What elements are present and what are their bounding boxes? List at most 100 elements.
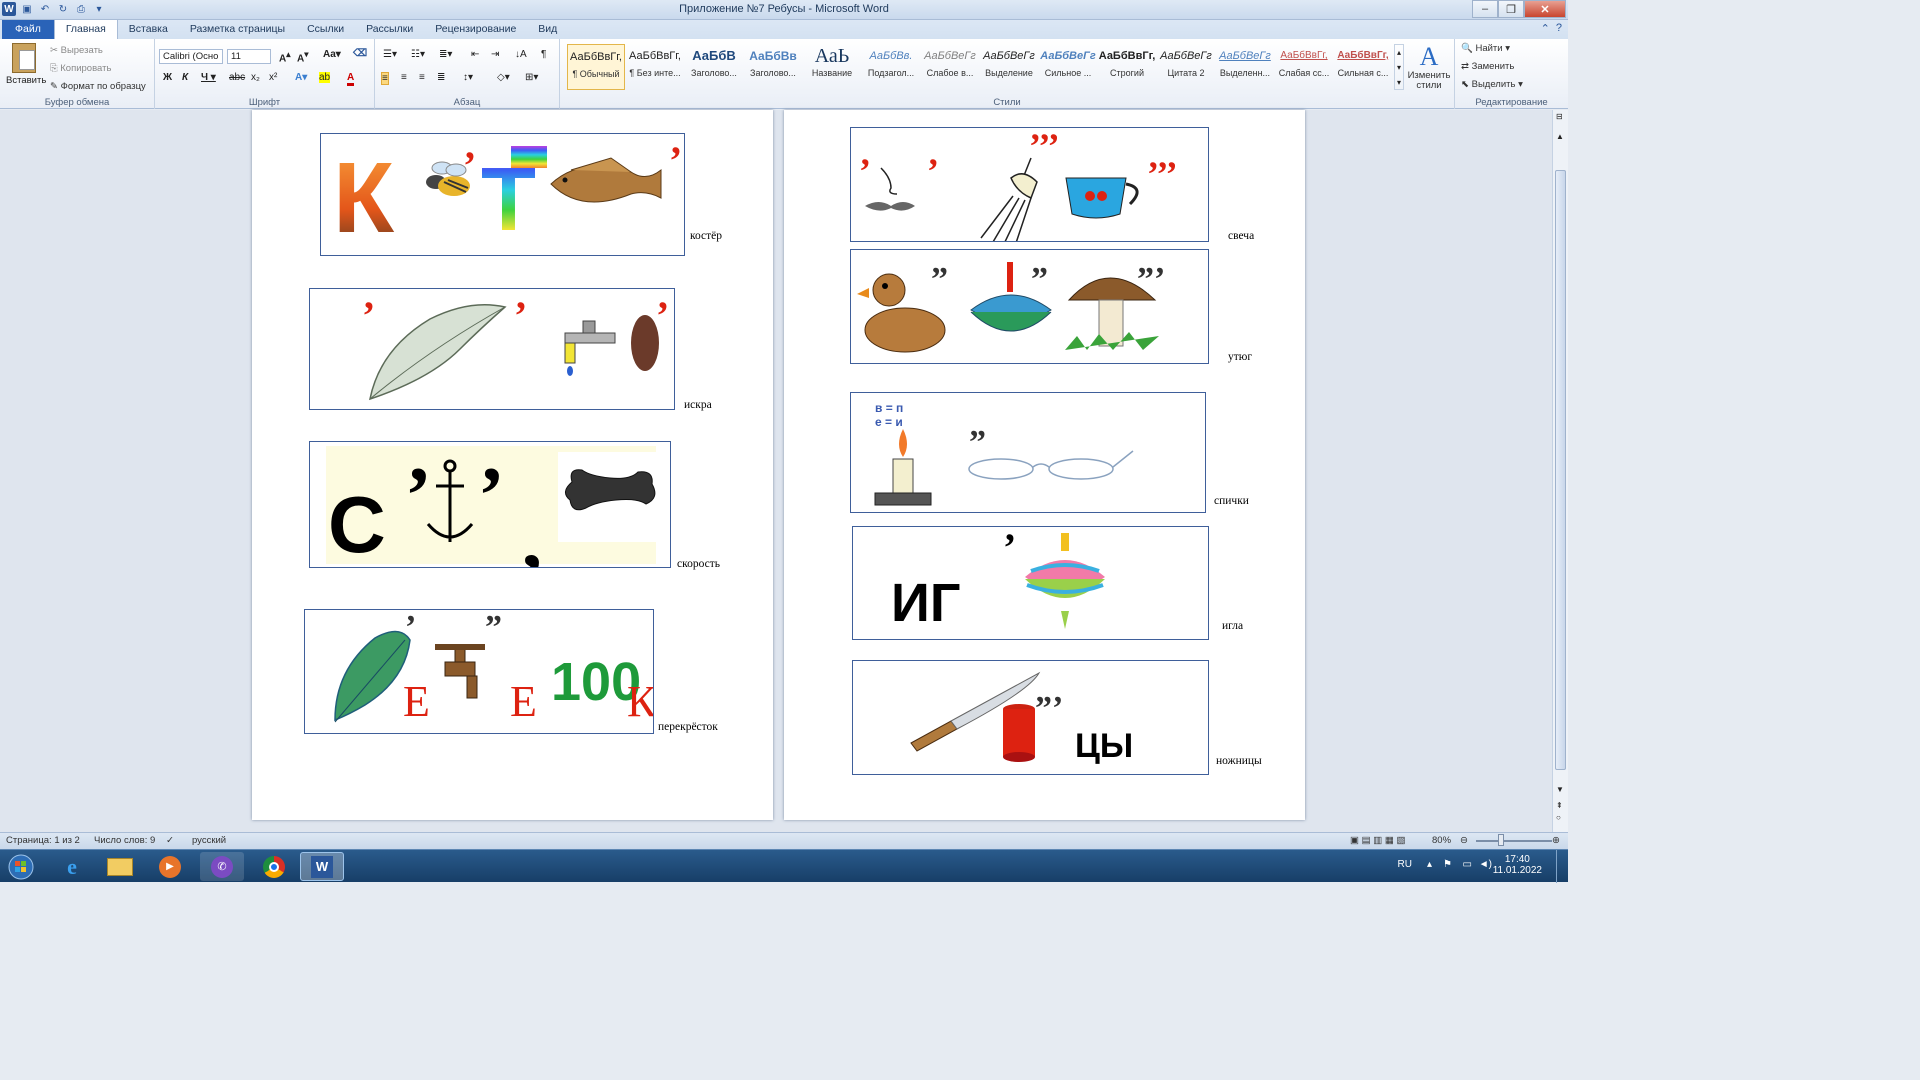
numbering-button[interactable]: ☷▾	[411, 49, 425, 60]
language-indicator[interactable]: русский	[192, 835, 226, 846]
bold-button[interactable]: Ж	[163, 72, 172, 83]
file-explorer-icon[interactable]	[98, 852, 142, 881]
maximize-button[interactable]: ❐	[1498, 0, 1524, 18]
close-button[interactable]: ✕	[1524, 0, 1566, 18]
tray-show-hidden-icon[interactable]: ▴	[1427, 859, 1432, 870]
volume-icon[interactable]: ◄)	[1479, 859, 1492, 870]
find-button[interactable]: 🔍 Найти ▾	[1461, 43, 1510, 54]
scroll-down-arrow-icon[interactable]: ▼	[1556, 785, 1564, 794]
align-left-button[interactable]: ≡	[381, 72, 389, 85]
style-subtitle[interactable]: АаБбВв. Подзагол...	[862, 44, 920, 90]
style-intense-quote[interactable]: АаБбВеГг Выделенн...	[1216, 44, 1274, 90]
word-count[interactable]: Число слов: 9	[94, 835, 155, 846]
tab-references[interactable]: Ссылки	[296, 20, 355, 39]
underline-button[interactable]: Ч ▾	[201, 72, 216, 83]
style-normal[interactable]: АаБбВвГг, ¶ Обычный	[567, 44, 625, 90]
tab-home[interactable]: Главная	[53, 19, 118, 39]
change-case-button[interactable]: Aa▾	[323, 49, 341, 60]
browse-object-icon[interactable]: ○	[1556, 813, 1561, 822]
style-intense-reference[interactable]: АаБбВвГг, Сильная с...	[1334, 44, 1392, 90]
sort-button[interactable]: ↓A	[515, 49, 527, 60]
style-title[interactable]: АаЬ Название	[803, 44, 861, 90]
page-1[interactable]: К ’ Т ’ костёр ’ ’ ’ искра С ’ ’ , скоро…	[252, 110, 773, 820]
style-strong[interactable]: АаБбВвГг, Строгий	[1098, 44, 1156, 90]
answer-nozhnitsy: ножницы	[1216, 755, 1262, 767]
vertical-scrollbar[interactable]: ⊟ ▲ ▼ ⇞ ○	[1552, 110, 1568, 832]
view-buttons[interactable]: ▣ ▤ ▥ ▦ ▧	[1350, 835, 1405, 846]
page-2[interactable]: ’ ’ ’’’ ’’’ свеча ” ” ”’ утюг в = п е = …	[784, 110, 1305, 820]
chrome-icon[interactable]	[252, 852, 296, 881]
minimize-button[interactable]: –	[1472, 0, 1498, 18]
zoom-out-icon[interactable]: ⊖	[1460, 835, 1468, 846]
align-right-button[interactable]: ≡	[419, 72, 425, 83]
spell-check-icon[interactable]: ✓	[166, 835, 174, 846]
font-name-select[interactable]: Calibri (Осно	[159, 49, 223, 64]
style-subtle-emphasis[interactable]: АаБбВеГг Слабое в...	[921, 44, 979, 90]
bullets-button[interactable]: ☰▾	[383, 49, 397, 60]
viber-icon[interactable]: ✆	[200, 852, 244, 881]
increase-indent-button[interactable]: ⇥	[491, 49, 499, 60]
previous-page-icon[interactable]: ⇞	[1556, 801, 1563, 810]
scroll-thumb[interactable]	[1555, 170, 1566, 770]
align-center-button[interactable]: ≡	[401, 72, 407, 83]
copy-button[interactable]: ⎘ Копировать	[50, 63, 111, 74]
style-emphasis[interactable]: АаБбВеГг Выделение	[980, 44, 1038, 90]
tab-page-layout[interactable]: Разметка страницы	[179, 20, 296, 39]
style-heading-1[interactable]: АаБбВ Заголово...	[685, 44, 743, 90]
help-icon[interactable]: ?	[1556, 22, 1562, 35]
tab-file[interactable]: Файл	[2, 20, 54, 39]
show-marks-button[interactable]: ¶	[541, 49, 546, 60]
style-intense-emphasis[interactable]: АаБбВеГг Сильное ...	[1039, 44, 1097, 90]
superscript-button[interactable]: x²	[269, 72, 277, 83]
text-effects-button[interactable]: A▾	[295, 72, 307, 83]
shrink-font-button[interactable]: A▾	[297, 49, 308, 64]
clear-format-icon[interactable]: ⌫	[353, 48, 367, 59]
select-button[interactable]: ⬉ Выделить ▾	[1461, 79, 1523, 90]
ruler-toggle-icon[interactable]: ⊟	[1556, 112, 1563, 121]
decrease-indent-button[interactable]: ⇤	[471, 49, 479, 60]
line-spacing-button[interactable]: ↕▾	[463, 72, 473, 83]
highlight-button[interactable]: ab	[319, 72, 331, 83]
paste-button[interactable]: Вставить	[6, 43, 46, 86]
style-heading-2[interactable]: АаБбВв Заголово...	[744, 44, 802, 90]
tray-language[interactable]: RU	[1398, 859, 1412, 870]
style-quote-2[interactable]: АаБбВеГг Цитата 2	[1157, 44, 1215, 90]
tab-review[interactable]: Рецензирование	[424, 20, 527, 39]
minimize-ribbon-icon[interactable]: ⌃	[1541, 22, 1550, 35]
page-count[interactable]: Страница: 1 из 2	[6, 835, 80, 846]
strikethrough-button[interactable]: abc	[229, 72, 245, 83]
start-button[interactable]	[0, 852, 42, 881]
italic-button[interactable]: К	[182, 72, 188, 83]
word-taskbar-icon[interactable]: W	[300, 852, 344, 881]
shading-button[interactable]: ◇▾	[497, 72, 510, 83]
internet-explorer-icon[interactable]: e	[50, 852, 94, 881]
justify-button[interactable]: ≣	[437, 72, 445, 83]
scroll-up-arrow-icon[interactable]: ▲	[1556, 132, 1564, 141]
grow-font-button[interactable]: A▴	[279, 49, 290, 64]
cut-button[interactable]: ✂ Вырезать	[50, 45, 103, 56]
font-size-select[interactable]: 11	[227, 49, 271, 64]
tray-clock[interactable]: 17:40 11.01.2022	[1493, 854, 1542, 876]
multilevel-list-button[interactable]: ≣▾	[439, 49, 452, 60]
borders-button[interactable]: ⊞▾	[525, 72, 538, 83]
show-desktop-button[interactable]	[1556, 850, 1568, 883]
zoom-slider-thumb[interactable]	[1498, 834, 1504, 846]
change-styles-button[interactable]: A Изменить стили	[1406, 43, 1452, 91]
style-subtle-reference[interactable]: АаБбВвГг, Слабая сс...	[1275, 44, 1333, 90]
media-player-icon[interactable]: ▶	[148, 852, 192, 881]
action-center-icon[interactable]: ⚑	[1443, 859, 1452, 870]
zoom-in-icon[interactable]: ⊕	[1552, 835, 1560, 846]
font-color-button[interactable]: A	[347, 72, 355, 86]
zoom-slider[interactable]	[1476, 840, 1552, 842]
tab-insert[interactable]: Вставка	[118, 20, 179, 39]
zoom-level[interactable]: 80%	[1432, 835, 1451, 846]
subscript-button[interactable]: x₂	[251, 72, 260, 83]
tab-mailings[interactable]: Рассылки	[355, 20, 424, 39]
title-bar: W ▣ ↶ ↻ ⎙ ▾ Приложение №7 Ребусы - Micro…	[0, 0, 1568, 20]
format-painter-button[interactable]: ✎ Формат по образцу	[50, 81, 146, 92]
network-icon[interactable]: ▭	[1463, 859, 1472, 870]
style-no-spacing[interactable]: АаБбВвГг, ¶ Без инте...	[626, 44, 684, 90]
styles-scroll[interactable]: ▴ ▾ ▾	[1394, 44, 1404, 90]
replace-button[interactable]: ⇄ Заменить	[1461, 61, 1514, 72]
tab-view[interactable]: Вид	[527, 20, 568, 39]
